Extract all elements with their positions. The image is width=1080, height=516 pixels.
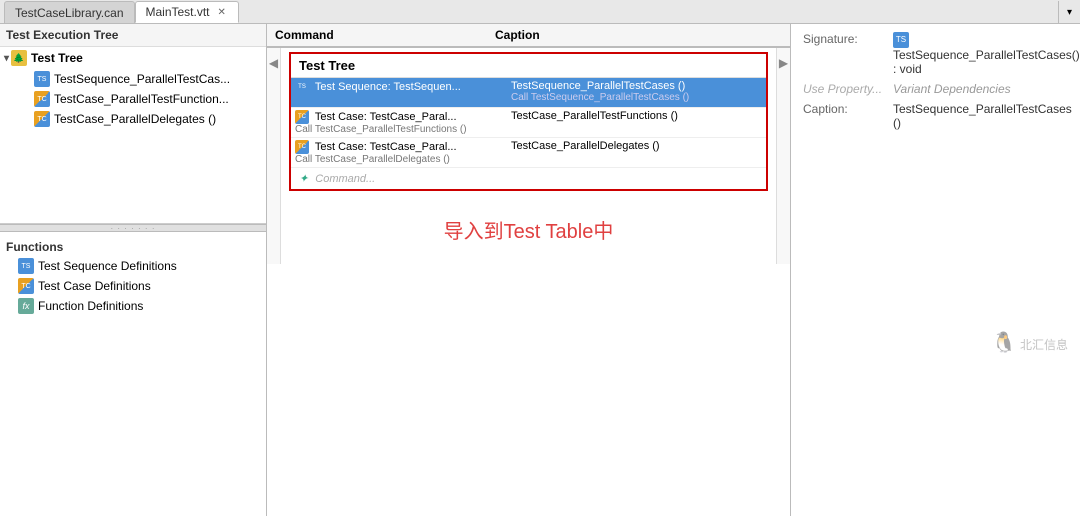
- right-arrow-area: ▶: [776, 48, 790, 264]
- table-row[interactable]: TS Test Sequence: TestSequen... TestSequ…: [291, 78, 766, 108]
- execution-tree-title: Test Execution Tree: [0, 24, 266, 47]
- caption-row: Caption: TestSequence_ParallelTestCases …: [803, 102, 1068, 130]
- row3-tc-icon: TC: [295, 140, 309, 154]
- wechat-icon: 🐧: [992, 332, 1017, 354]
- new-command-row[interactable]: ✦ Command...: [291, 168, 766, 189]
- tab-testcaselibrary-label: TestCaseLibrary.can: [15, 6, 124, 20]
- tab-maintest-label: MainTest.vtt: [146, 5, 210, 19]
- functions-section: Functions TS Test Sequence Definitions T…: [0, 232, 266, 516]
- center-panel: Command Caption ◀ Test Tree TS Test Sequ…: [267, 24, 790, 516]
- signature-row: Signature: TS TestSequence_ParallelTestC…: [803, 32, 1068, 76]
- left-arrow-icon: ◀: [269, 56, 278, 70]
- tab-testcaselibrary[interactable]: TestCaseLibrary.can: [4, 1, 135, 23]
- row1-cap-sub: Call TestSequence_ParallelTestCases (): [511, 92, 762, 103]
- tree-item-seq1[interactable]: TS TestSequence_ParallelTestCas...: [0, 69, 266, 89]
- new-command-placeholder: Command...: [315, 173, 375, 185]
- tab-close-button[interactable]: ✕: [216, 7, 228, 18]
- h-divider[interactable]: · · · · · · ·: [0, 224, 266, 232]
- folder-icon: 🌲: [11, 50, 27, 66]
- signature-label: Signature:: [803, 32, 893, 46]
- col-command-header: Command: [275, 28, 495, 42]
- row1-seq-icon: TS: [295, 80, 309, 94]
- fn-item-tcd-label: Test Case Definitions: [38, 279, 151, 293]
- tree-area: ▾ 🌲 Test Tree TS TestSequence_ParallelTe…: [0, 47, 266, 129]
- main-layout: Test Execution Tree ▾ 🌲 Test Tree TS Tes…: [0, 24, 1080, 516]
- seq-def-icon: TS: [18, 258, 34, 274]
- seq-icon: TS: [34, 71, 50, 87]
- row3-cmd-sub: Call TestCase_ParallelDelegates (): [295, 154, 507, 165]
- fn-item-tsd-label: Test Sequence Definitions: [38, 259, 177, 273]
- tc-icon-1: TC: [34, 91, 50, 107]
- left-panel: Test Execution Tree ▾ 🌲 Test Tree TS Tes…: [0, 24, 267, 516]
- row1-cap: TestSequence_ParallelTestCases () Call T…: [511, 80, 762, 103]
- row1-cap-main: TestSequence_ParallelTestCases (): [511, 80, 762, 92]
- tree-item-tc2[interactable]: TC TestCase_ParallelDelegates (): [0, 109, 266, 129]
- use-property-label: Use Property...: [803, 82, 893, 96]
- test-tree-box: Test Tree TS Test Sequence: TestSequen..…: [289, 52, 768, 191]
- tab-dropdown-button[interactable]: ▾: [1058, 1, 1080, 23]
- fn-item-tsd[interactable]: TS Test Sequence Definitions: [0, 256, 266, 276]
- new-command-star-icon: ✦: [299, 173, 308, 185]
- row1-cmd: TS Test Sequence: TestSequen...: [295, 80, 511, 94]
- row3-cap-main: TestCase_ParallelDelegates (): [511, 140, 762, 152]
- tree-root[interactable]: ▾ 🌲 Test Tree: [0, 47, 266, 69]
- row3-cap: TestCase_ParallelDelegates (): [511, 140, 762, 152]
- center-text: 导入到Test Table中: [444, 215, 614, 244]
- right-arrow-icon: ▶: [779, 56, 788, 70]
- use-property-value: Variant Dependencies: [893, 82, 1068, 96]
- table-header: Command Caption: [267, 24, 790, 48]
- col-caption-header: Caption: [495, 28, 782, 42]
- watermark-company: 北汇信息: [1020, 338, 1068, 352]
- table-row[interactable]: TC Test Case: TestCase_Paral... Call Tes…: [291, 138, 766, 168]
- right-panel: Signature: TS TestSequence_ParallelTestC…: [790, 24, 1080, 516]
- tree-item-tc1[interactable]: TC TestCase_ParallelTestFunction...: [0, 89, 266, 109]
- fn-icon: fx: [18, 298, 34, 314]
- row2-cap-main: TestCase_ParallelTestFunctions (): [511, 110, 762, 122]
- tree-root-label: Test Tree: [31, 51, 83, 65]
- row1-cmd-text: Test Sequence: TestSequen...: [315, 81, 461, 93]
- tree-item-tc2-label: TestCase_ParallelDelegates (): [54, 112, 216, 126]
- table-body: ◀ Test Tree TS Test Sequence: TestSequen…: [267, 48, 790, 264]
- fn-item-fd-label: Function Definitions: [38, 299, 143, 313]
- row2-cap: TestCase_ParallelTestFunctions (): [511, 110, 762, 122]
- caption-label: Caption:: [803, 102, 893, 116]
- signature-icon: TS: [893, 32, 909, 48]
- tc-icon-2: TC: [34, 111, 50, 127]
- tree-item-seq1-label: TestSequence_ParallelTestCas...: [54, 72, 230, 86]
- signature-value: TS TestSequence_ParallelTestCases() : vo…: [893, 32, 1080, 76]
- tc-def-icon: TC: [18, 278, 34, 294]
- table-content: Test Tree TS Test Sequence: TestSequen..…: [281, 48, 776, 264]
- left-arrow-area: ◀: [267, 48, 281, 264]
- row2-cmd-text: Test Case: TestCase_Paral...: [315, 111, 457, 123]
- tree-item-tc1-label: TestCase_ParallelTestFunction...: [54, 92, 229, 106]
- fn-item-fd[interactable]: fx Function Definitions: [0, 296, 266, 316]
- table-row[interactable]: TC Test Case: TestCase_Paral... Call Tes…: [291, 108, 766, 138]
- caption-value: TestSequence_ParallelTestCases (): [893, 102, 1072, 130]
- row3-cmd: TC Test Case: TestCase_Paral... Call Tes…: [295, 140, 511, 165]
- tab-bar: TestCaseLibrary.can MainTest.vtt ✕ ▾: [0, 0, 1080, 24]
- test-tree-box-header: Test Tree: [291, 54, 766, 78]
- use-property-row: Use Property... Variant Dependencies: [803, 82, 1068, 96]
- fn-item-tcd[interactable]: TC Test Case Definitions: [0, 276, 266, 296]
- row2-cmd-sub: Call TestCase_ParallelTestFunctions (): [295, 124, 507, 135]
- watermark-text: 🐧 北汇信息: [803, 330, 1068, 355]
- signature-value-text: TestSequence_ParallelTestCases() : void: [893, 48, 1080, 76]
- functions-title: Functions: [0, 236, 266, 256]
- execution-tree-section: Test Execution Tree ▾ 🌲 Test Tree TS Tes…: [0, 24, 266, 224]
- tab-maintest[interactable]: MainTest.vtt ✕: [135, 1, 239, 23]
- row2-cmd: TC Test Case: TestCase_Paral... Call Tes…: [295, 110, 511, 135]
- center-text-area: 导入到Test Table中: [281, 195, 776, 264]
- row2-tc-icon: TC: [295, 110, 309, 124]
- watermark-area: 🐧 北汇信息: [803, 330, 1068, 355]
- row3-cmd-text: Test Case: TestCase_Paral...: [315, 141, 457, 153]
- chevron-down-icon: ▾: [4, 53, 9, 64]
